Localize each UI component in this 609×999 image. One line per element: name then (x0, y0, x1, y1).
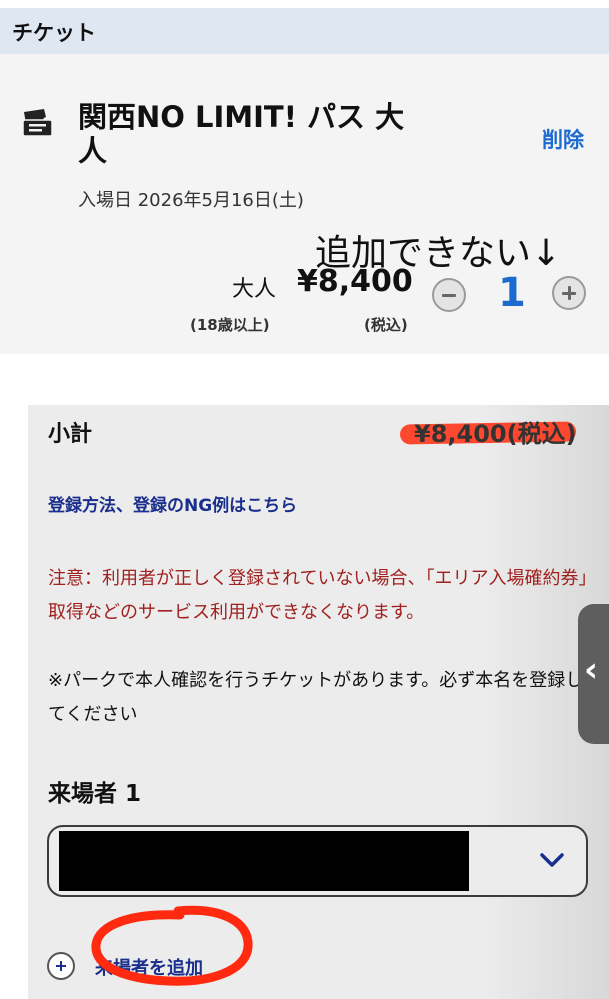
caution-text: 注意：利用者が正しく登録されていない場合、「エリア入場確約券」取得などのサービス… (48, 568, 588, 623)
price-category: 大人 (232, 277, 277, 302)
registration-help-link[interactable]: 登録方法、登録のNG例はこちら (48, 491, 297, 516)
chevron-left-icon: ‹ (584, 650, 599, 690)
ticket-icon (22, 109, 53, 137)
page-title: チケット (12, 21, 96, 45)
side-drawer-tab[interactable]: ‹ (578, 604, 609, 744)
subtotal-amount: ¥8,400(税込) (414, 420, 577, 448)
quantity-decrease-button[interactable] (432, 278, 466, 312)
visitor-select[interactable] (47, 825, 588, 897)
visitor-title: 来場者 1 (48, 781, 142, 807)
subtotal-label: 小計 (48, 422, 93, 447)
quantity-value: 1 (498, 270, 526, 316)
chevron-down-icon (540, 853, 564, 867)
age-note: (18歳以上) (190, 316, 270, 334)
tax-note: (税込) (364, 316, 408, 334)
identity-note-text: ※パークで本人確認を行うチケットがあります。必ず本名を登録してください (48, 670, 584, 725)
price-amount: ¥8,400 (297, 264, 413, 299)
quantity-increase-button[interactable] (552, 276, 586, 310)
redacted-visitor-name (59, 831, 469, 891)
circle-annotation (91, 905, 253, 986)
entry-date: 入場日 2026年5月16日(土) (78, 190, 304, 211)
plus-circle-icon (47, 952, 75, 980)
ticket-name: 関西NO LIMIT! パス 大人 (78, 100, 405, 168)
delete-button[interactable]: 削除 (542, 124, 584, 154)
plus-circle-icon-vertical (567, 286, 571, 300)
minus-circle-icon (442, 294, 456, 297)
